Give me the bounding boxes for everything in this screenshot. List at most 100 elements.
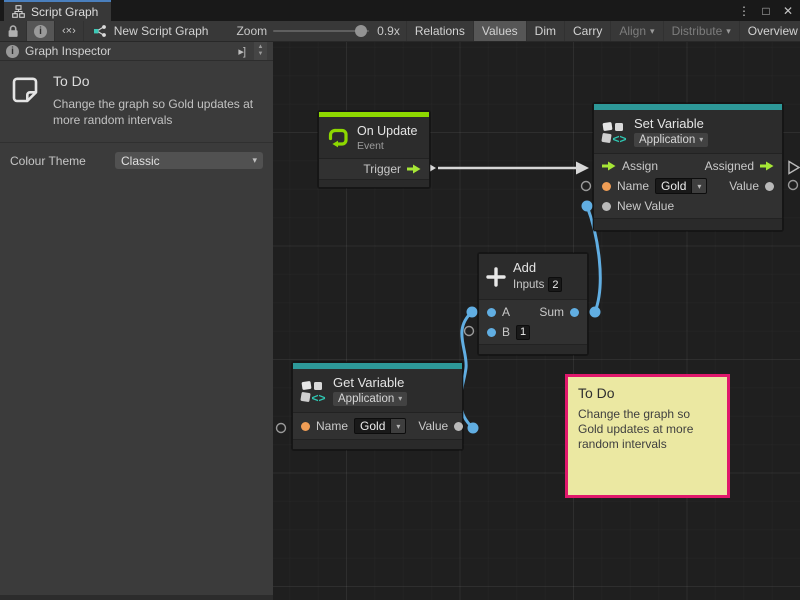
inspector-toggle-button[interactable]: i	[27, 21, 55, 41]
values-button[interactable]: Values	[474, 21, 527, 41]
name-port-row[interactable]: Name Gold ▾ Value	[594, 176, 782, 196]
name-port-dot[interactable]	[602, 182, 611, 191]
chevron-down-icon: ▾	[398, 394, 402, 403]
b-label: B	[502, 325, 510, 339]
assign-port-row[interactable]: Assign Assigned	[594, 156, 782, 176]
node-title: Set Variable	[634, 117, 708, 131]
panel-bottom-edge	[0, 595, 273, 600]
scroll-up-icon[interactable]: ▲	[258, 44, 264, 51]
sum-output-port[interactable]	[590, 307, 601, 318]
setvar-value-output-port[interactable]	[789, 181, 798, 190]
variable-scope-dropdown[interactable]: Application ▾	[634, 133, 708, 147]
name-port-row[interactable]: Name Gold ▾ Value	[293, 416, 462, 436]
assign-label: Assign	[622, 159, 658, 173]
tab-script-graph[interactable]: Script Graph	[4, 0, 111, 21]
kebab-menu-icon[interactable]: ⋮	[736, 4, 752, 18]
variable-name-dropdown[interactable]: Gold ▾	[655, 178, 707, 194]
zoom-label: Zoom	[228, 21, 269, 41]
lock-button[interactable]	[0, 21, 27, 41]
lock-icon	[7, 24, 19, 38]
node-get-variable[interactable]: <> Get Variable Application ▾ Name Gold	[292, 362, 463, 450]
zoom-slider-track[interactable]	[273, 30, 369, 32]
variable-name-dropdown[interactable]: Gold ▾	[354, 418, 406, 434]
graph-inspector-panel: i Graph Inspector ▸] ▲ ▼ To Do Change th…	[0, 42, 273, 600]
graph-canvas[interactable]: On Update Event Trigger	[273, 42, 800, 600]
value-output-port[interactable]	[468, 423, 479, 434]
sum-port-dot[interactable]	[570, 308, 579, 317]
node-set-variable[interactable]: <> Set Variable Application ▾ Assign	[593, 103, 783, 231]
node-on-update[interactable]: On Update Event Trigger	[318, 111, 430, 188]
window-controls: ⋮ □ ✕	[736, 0, 796, 21]
new-value-input-port[interactable]	[582, 201, 593, 212]
a-port-dot[interactable]	[487, 308, 496, 317]
dim-button[interactable]: Dim	[527, 21, 565, 41]
align-button[interactable]: Align▾	[611, 21, 663, 41]
value-port-dot[interactable]	[454, 422, 463, 431]
titlebar: Script Graph ⋮ □ ✕	[0, 0, 800, 21]
getvar-name-input-port[interactable]	[277, 424, 286, 433]
sticky-note-line: Gold updates at more	[578, 422, 717, 437]
svg-text:<>: <>	[613, 132, 627, 145]
new-value-label: New Value	[617, 199, 674, 213]
distribute-button[interactable]: Distribute▾	[664, 21, 740, 41]
a-label: A	[502, 305, 510, 319]
chevron-down-icon[interactable]: ▾	[391, 418, 406, 434]
name-label: Name	[617, 179, 649, 193]
carry-button[interactable]: Carry	[565, 21, 611, 41]
variable-name-value: Gold	[655, 178, 692, 194]
new-value-port-dot[interactable]	[602, 202, 611, 211]
variable-scope-value: Application	[338, 393, 394, 405]
wire-arrowhead	[576, 162, 589, 175]
a-port-row[interactable]: A Sum	[479, 302, 587, 322]
scroll-down-icon[interactable]: ▼	[258, 51, 264, 58]
zoom-slider-knob[interactable]	[355, 25, 367, 37]
variable-icon: <>	[601, 119, 627, 145]
code-icon: ‹×›	[62, 25, 76, 37]
zoom-value: 0.9x	[373, 21, 406, 41]
sticky-note[interactable]: To Do Change the graph so Gold updates a…	[565, 374, 730, 498]
inputs-count-field[interactable]: 2	[548, 277, 562, 292]
assigned-output-port[interactable]	[789, 162, 799, 174]
flow-arrow-icon	[407, 164, 421, 174]
b-port-row[interactable]: B 1	[479, 322, 587, 342]
b-value-field[interactable]: 1	[516, 325, 530, 340]
sticky-note-icon	[10, 75, 40, 105]
name-input-port[interactable]	[582, 182, 591, 191]
chevron-down-icon: ▾	[252, 155, 257, 166]
b-input-port[interactable]	[465, 327, 474, 336]
node-add[interactable]: Add Inputs 2 A Sum B	[478, 253, 588, 355]
new-script-graph-button[interactable]: New Script Graph	[84, 21, 217, 41]
inspector-todo-content: To Do Change the graph so Gold updates a…	[53, 73, 268, 128]
inspector-todo-section: To Do Change the graph so Gold updates a…	[0, 61, 273, 142]
colour-theme-value: Classic	[121, 154, 160, 168]
node-footer	[479, 344, 587, 354]
todo-title: To Do	[53, 73, 268, 89]
node-title: Add	[513, 261, 562, 275]
node-title: Get Variable	[333, 376, 407, 390]
variable-scope-dropdown[interactable]: Application ▾	[333, 392, 407, 406]
code-preview-button[interactable]: ‹×›	[55, 21, 84, 41]
dock-icon[interactable]: ▸]	[235, 45, 248, 58]
new-value-port-row[interactable]: New Value	[594, 196, 782, 216]
trigger-label: Trigger	[363, 162, 401, 176]
inspector-scrollbar[interactable]: ▲ ▼	[254, 42, 267, 60]
name-port-dot[interactable]	[301, 422, 310, 431]
maximize-icon[interactable]: □	[758, 4, 774, 18]
node-header: On Update Event	[319, 117, 429, 159]
sticky-note-title: To Do	[578, 385, 717, 401]
trigger-port-row[interactable]: Trigger	[319, 159, 429, 179]
overview-button[interactable]: Overview	[740, 21, 800, 41]
b-port-dot[interactable]	[487, 328, 496, 337]
chevron-down-icon[interactable]: ▾	[692, 178, 707, 194]
zoom-slider[interactable]	[269, 21, 373, 41]
variable-name-value: Gold	[354, 418, 391, 434]
chevron-down-icon: ▾	[726, 26, 731, 37]
colour-theme-dropdown[interactable]: Classic ▾	[115, 152, 263, 169]
value-port-dot[interactable]	[765, 182, 774, 191]
tab-title: Script Graph	[31, 5, 98, 19]
relations-button[interactable]: Relations	[406, 21, 474, 41]
close-icon[interactable]: ✕	[780, 4, 796, 18]
sticky-note-line: Change the graph so	[578, 407, 717, 422]
a-input-port[interactable]	[467, 307, 478, 318]
inspector-header: i Graph Inspector ▸] ▲ ▼	[0, 42, 273, 61]
